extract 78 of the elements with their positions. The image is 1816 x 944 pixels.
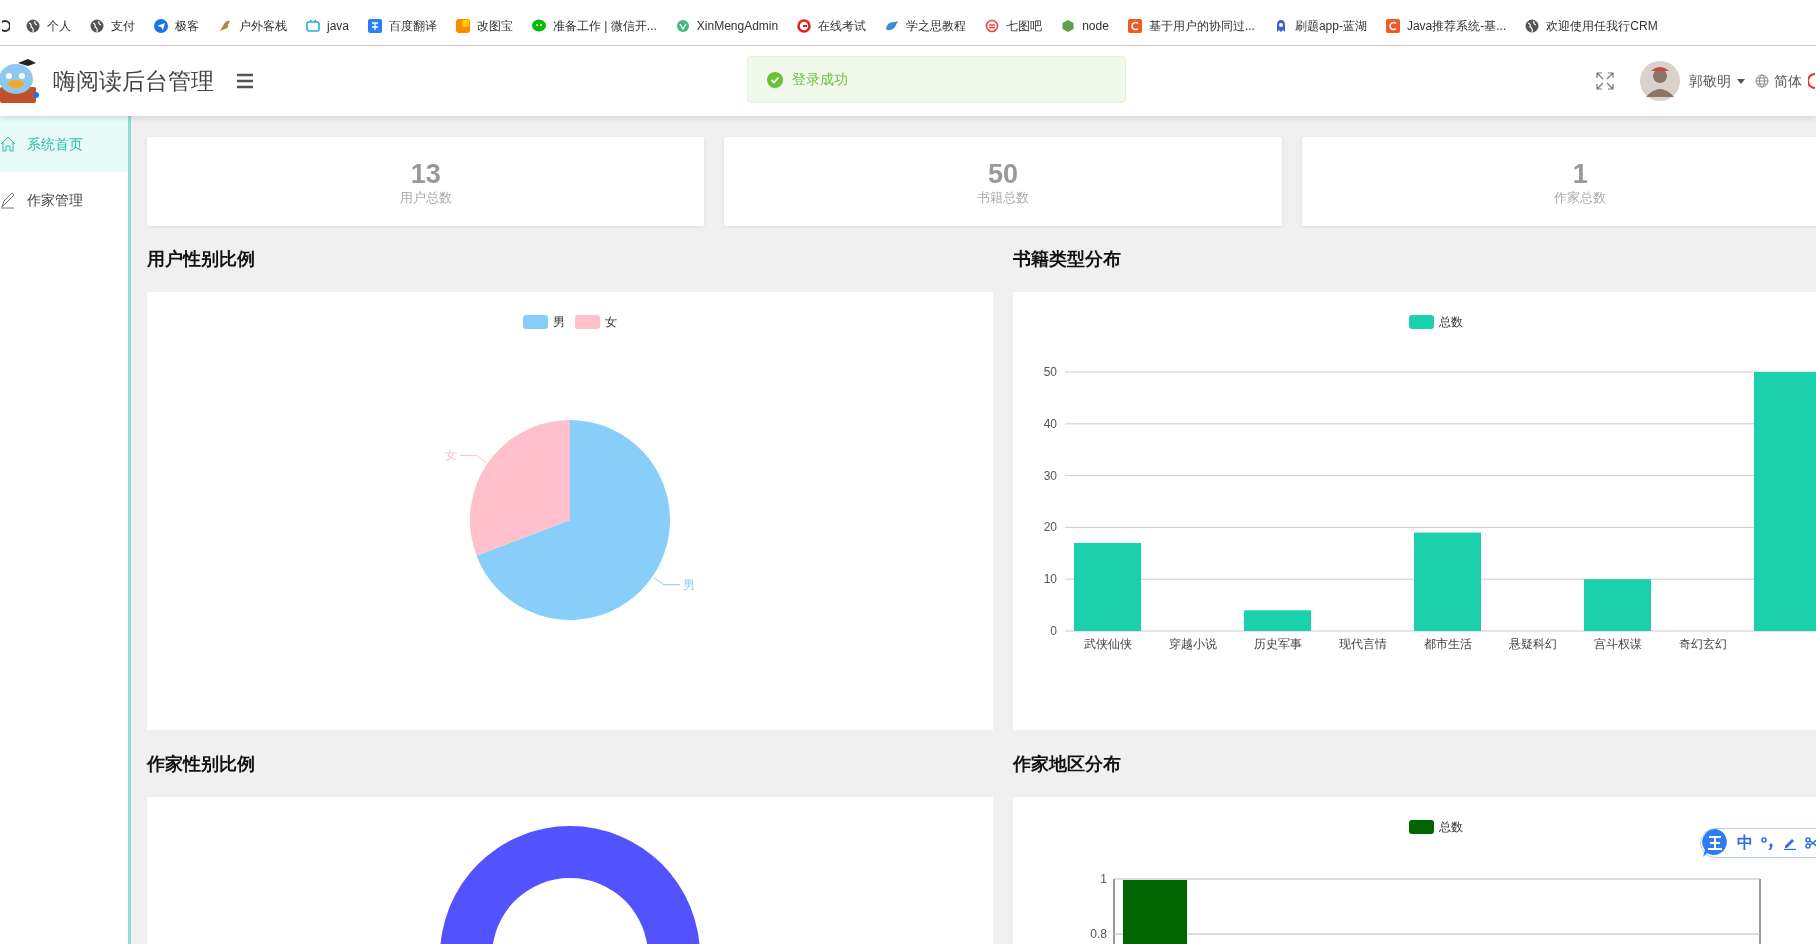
axis-category-label: 现代言情 <box>1338 637 1387 651</box>
legend-item[interactable]: 男 <box>523 313 565 331</box>
pen-icon <box>0 191 16 209</box>
bookmark-link[interactable]: 刷题app-蓝湖 <box>1267 11 1373 40</box>
stat-value: 13 <box>410 157 441 190</box>
bookmark-link[interactable]: 学之思教程 <box>879 11 973 40</box>
user-menu-button[interactable]: 郭敬明 <box>1689 70 1745 92</box>
bookmark-link[interactable]: 支付 <box>84 11 141 40</box>
bookmark-link[interactable]: 欢迎使用任我行CRM <box>1519 11 1664 40</box>
toast-message: 登录成功 <box>792 70 848 89</box>
stat-label: 书籍总数 <box>977 189 1029 206</box>
bookmark-link[interactable]: XinMengAdmin <box>669 11 785 40</box>
stat-label: 作家总数 <box>1554 189 1607 206</box>
bookmark-link[interactable]: java <box>300 11 355 40</box>
leader-line <box>653 577 681 586</box>
scissors-icon[interactable] <box>1805 836 1816 850</box>
hexagon-icon <box>1061 18 1076 33</box>
legend-item[interactable]: 总数 <box>1409 313 1463 331</box>
axis-category-label: 奇幻玄幻 <box>1678 637 1727 651</box>
panel-title: 用户性别比例 <box>147 247 255 271</box>
bookmark-link[interactable]: node <box>1055 11 1115 40</box>
status-ring-icon <box>1808 73 1816 89</box>
legend-item[interactable]: 总数 <box>1409 818 1463 836</box>
bookmark-link[interactable]: Java推荐系统-基... <box>1379 11 1513 40</box>
tv-icon <box>306 18 320 33</box>
bookmark-link[interactable]: 户外客栈 <box>212 11 293 40</box>
axis-tick-label: 10 <box>1043 572 1057 587</box>
axis-tick-label: 30 <box>1043 468 1057 483</box>
axis-category-label: 宫斗权谋 <box>1593 637 1642 651</box>
axis-tick-label: 40 <box>1043 416 1057 431</box>
paper-plane-icon <box>154 18 168 33</box>
bookmark-link[interactable]: 极客 <box>148 11 205 40</box>
bookmark-link[interactable]: 百度翻译 <box>362 11 443 40</box>
axis-category-label: 历史军事 <box>1253 637 1302 651</box>
panel-title: 作家性别比例 <box>147 752 255 776</box>
stat-value: 1 <box>1572 157 1588 190</box>
slice-label: 男 <box>682 577 695 592</box>
axis-tick-label: 20 <box>1043 520 1057 535</box>
bookmark-link[interactable]: 七图吧 <box>979 11 1049 40</box>
panel-title: 书籍类型分布 <box>1013 247 1121 271</box>
caret-icon <box>1737 78 1745 84</box>
bookmark-link[interactable]: 个人 <box>20 11 77 40</box>
leader-line <box>459 454 487 463</box>
translate-icon <box>368 18 382 33</box>
c-square-icon <box>1385 18 1400 33</box>
stat-value: 50 <box>987 157 1018 190</box>
panel-title: 作家地区分布 <box>1013 752 1121 776</box>
image-icon <box>456 18 470 33</box>
axis-category-label: 悬疑科幻 <box>1508 637 1557 651</box>
c-square-icon <box>1127 18 1142 33</box>
stat-label: 用户总数 <box>399 189 452 206</box>
bookmark-link[interactable]: 准备工作 | 微信开... <box>526 11 663 40</box>
home-icon <box>0 135 16 153</box>
bookmark-link[interactable]: 基于用户的协同过... <box>1121 11 1261 40</box>
user-avatar[interactable] <box>1640 61 1680 101</box>
punctuation-icon[interactable] <box>1761 836 1775 850</box>
ring-icon <box>797 18 812 33</box>
ime-mode-button[interactable]: 中 <box>1737 831 1753 855</box>
axis-category-label: 都市生活 <box>1423 637 1472 651</box>
circle-icon <box>985 18 1000 33</box>
legend-item[interactable]: 女 <box>575 313 617 331</box>
axis-category-label: 武侠仙侠 <box>1083 637 1132 651</box>
ime-logo-icon[interactable] <box>1701 828 1729 858</box>
bookmark-link[interactable]: 在线考试 <box>791 11 873 40</box>
axis-tick-label: 1 <box>1100 872 1107 886</box>
bookmark-link[interactable]: 改图宝 <box>450 11 519 40</box>
axis-category-label: 穿越小说 <box>1168 637 1217 651</box>
axis-tick-label: 0.8 <box>1090 927 1107 941</box>
pen-icon[interactable] <box>1783 836 1797 850</box>
slice-label: 女 <box>445 448 458 463</box>
axis-tick-label: 50 <box>1043 365 1057 379</box>
axis-tick-label: 0 <box>1050 624 1057 638</box>
check-circle-icon <box>767 71 783 88</box>
chat-icon <box>532 18 546 33</box>
fullscreen-icon[interactable] <box>1595 71 1615 91</box>
language-button[interactable]: 简体 <box>1755 70 1802 92</box>
menu-icon[interactable] <box>236 73 254 89</box>
app-title: 嗨阅读后台管理 <box>53 66 214 96</box>
